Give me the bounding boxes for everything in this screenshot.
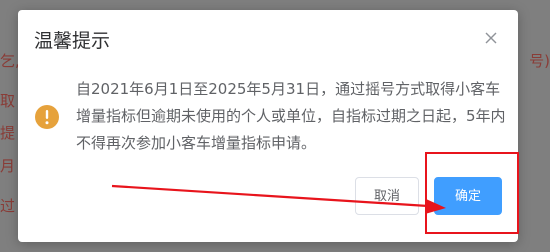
background-text-fragment: 提 xyxy=(0,124,16,142)
annotation-highlight-box xyxy=(425,152,519,234)
background-text-fragment: 月 xyxy=(0,157,16,175)
background-text-fragment: 号) xyxy=(529,52,550,70)
warning-icon xyxy=(35,105,59,129)
dialog-message: 自2021年6月1日至2025年5月31日，通过摇号方式取得小客车增量指标但逾期… xyxy=(76,80,506,152)
close-icon[interactable] xyxy=(482,29,500,47)
cancel-button[interactable]: 取消 xyxy=(355,177,419,215)
dialog-title: 温馨提示 xyxy=(34,30,111,52)
background-text-fragment: 取 xyxy=(0,92,16,110)
background-text-fragment: 过 xyxy=(0,197,16,215)
background-text-fragment: 乞, xyxy=(0,52,20,70)
